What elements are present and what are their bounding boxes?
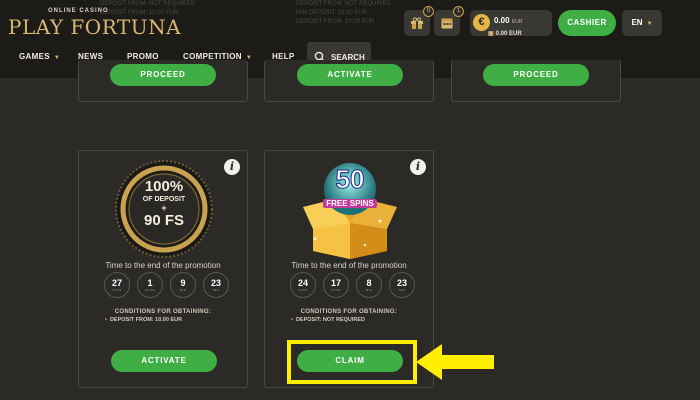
- bonus-balance: ▣ 0.00 EUR: [488, 30, 532, 40]
- countdown-timer: 24 DAYS 17 HOUR 8 MIN 23 SEC: [290, 272, 415, 298]
- promo-card-top-1: PROCEED: [78, 60, 248, 102]
- cashier-button[interactable]: CASHIER: [558, 10, 616, 36]
- timer-title: Time to the end of the promotion: [291, 261, 407, 270]
- condition-item: • DEPOSIT: NOT REQUIRED: [291, 317, 365, 323]
- promo-card-deposit-bonus: i 100% OF DEPOSIT + 90 FS Time to the en…: [78, 150, 248, 388]
- faded-row: DEPOSIT FROM: NOT REQUIRED: [296, 1, 391, 7]
- timer-hours: 1 HOUR: [137, 272, 163, 298]
- pointer-arrow-icon: [416, 344, 494, 380]
- gift-button[interactable]: 0: [404, 6, 434, 36]
- timer-minutes: 8 MIN: [356, 272, 382, 298]
- language-label: EN: [631, 18, 643, 27]
- timer-unit: DAYS: [112, 288, 122, 292]
- proceed-button[interactable]: PROCEED: [110, 64, 216, 86]
- badge-spins-number: 50: [335, 164, 365, 194]
- timer-unit: SEC: [398, 288, 406, 292]
- timer-value: 23: [396, 278, 407, 288]
- logo-subtitle: ONLINE CASINO: [48, 8, 109, 14]
- conditions-title: CONDITIONS FOR OBTAINING:: [114, 309, 212, 315]
- faded-row: DEPOSIT FROM: 10.00 EUR: [296, 19, 375, 25]
- timer-unit: MIN: [179, 288, 187, 292]
- faded-conditions-mid: DEPOSIT FROM: NOT REQUIRED MIN DEPOSIT: …: [296, 0, 391, 27]
- timer-unit: SEC: [212, 288, 220, 292]
- timer-value: 9: [180, 278, 186, 288]
- chevron-down-icon: ▼: [646, 21, 653, 27]
- calendar-icon: [441, 18, 453, 29]
- timer-minutes: 9 MIN: [170, 272, 196, 298]
- timer-value: 23: [210, 278, 221, 288]
- deposit-badge-text: 100% OF DEPOSIT + 90 FS: [114, 179, 214, 229]
- balance-currency: EUR: [511, 19, 523, 25]
- condition-item: • DEPOSIT FROM: 10.00 EUR: [105, 317, 182, 323]
- nav-games-label: GAMES: [19, 52, 50, 61]
- badge-percent: 100%: [144, 178, 184, 195]
- timer-value: 27: [111, 278, 122, 288]
- timer-title: Time to the end of the promotion: [105, 261, 221, 270]
- timer-unit: HOUR: [144, 288, 156, 292]
- activate-button[interactable]: ACTIVATE: [297, 64, 403, 86]
- bonus-balance-value: 0.00 EUR: [495, 31, 522, 37]
- claim-highlight-box: [287, 340, 417, 384]
- badge-free-spins: 90 FS: [143, 212, 185, 229]
- gift-icon: [411, 17, 423, 29]
- condition-text: DEPOSIT FROM: 10.00 EUR: [109, 317, 183, 323]
- calendar-count-badge: 1: [453, 6, 464, 17]
- bullet-icon: •: [105, 317, 107, 323]
- euro-icon: €: [473, 14, 490, 31]
- chevron-down-icon: ▼: [53, 55, 61, 61]
- bonus-gift-icon: ▣: [488, 31, 494, 37]
- nav-item-games[interactable]: GAMES ▼: [19, 42, 60, 72]
- conditions-title: CONDITIONS FOR OBTAINING:: [300, 309, 398, 315]
- faded-row: MIN DEPOSIT: 10.00 EUR: [296, 10, 368, 16]
- promo-card-top-2: ACTIVATE: [264, 60, 434, 102]
- timer-value: 17: [330, 278, 341, 288]
- condition-text: DEPOSIT: NOT REQUIRED: [295, 317, 365, 323]
- promo-card-top-3: PROCEED: [451, 60, 621, 102]
- timer-days: 27 DAYS: [104, 272, 130, 298]
- timer-seconds: 23 SEC: [389, 272, 415, 298]
- countdown-timer: 27 DAYS 1 HOUR 9 MIN 23 SEC: [104, 272, 229, 298]
- info-icon[interactable]: i: [224, 159, 240, 175]
- balance-display: 0.00 EUR: [494, 16, 522, 25]
- site-logo[interactable]: ONLINE CASINO PLAY FORTUNA: [8, 8, 181, 40]
- language-selector[interactable]: EN ▼: [622, 10, 662, 36]
- timer-seconds: 23 SEC: [203, 272, 229, 298]
- free-spins-badge-text: 50 FREE SPINS: [295, 165, 405, 211]
- badge-spins-label: FREE SPINS: [323, 199, 377, 208]
- activate-button[interactable]: ACTIVATE: [111, 350, 217, 372]
- timer-unit: DAYS: [298, 288, 308, 292]
- timer-hours: 17 HOUR: [323, 272, 349, 298]
- timer-value: 24: [297, 278, 308, 288]
- info-icon[interactable]: i: [410, 159, 426, 175]
- logo-title: PLAY FORTUNA: [8, 15, 182, 39]
- timer-value: 1: [147, 278, 153, 288]
- proceed-button[interactable]: PROCEED: [483, 64, 589, 86]
- calendar-button[interactable]: 1: [434, 6, 464, 36]
- bullet-icon: •: [291, 317, 293, 323]
- gift-count-badge: 0: [423, 6, 434, 17]
- balance-amount: 0.00: [494, 16, 510, 25]
- timer-unit: HOUR: [330, 288, 342, 292]
- timer-value: 8: [366, 278, 372, 288]
- timer-days: 24 DAYS: [290, 272, 316, 298]
- timer-unit: MIN: [365, 288, 373, 292]
